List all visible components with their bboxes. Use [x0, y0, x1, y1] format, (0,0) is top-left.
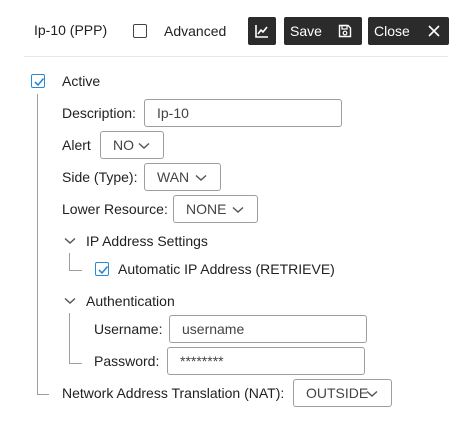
- nat-label: Network Address Translation (NAT):: [62, 385, 285, 401]
- advanced-checkbox[interactable]: [133, 24, 147, 38]
- chevron-down-icon: [232, 206, 244, 213]
- close-icon: [428, 25, 440, 37]
- password-input[interactable]: ********: [167, 347, 365, 375]
- side-select-value: WAN: [157, 169, 190, 185]
- description-label: Description:: [62, 105, 136, 121]
- tree-connector-auth: [69, 313, 82, 364]
- ip-settings-section-header[interactable]: IP Address Settings: [86, 233, 208, 249]
- header-divider: [24, 56, 448, 57]
- tree-connector-ip: [69, 253, 82, 271]
- lower-resource-select-value: NONE: [186, 201, 227, 217]
- chevron-down-icon[interactable]: [64, 237, 76, 245]
- chart-button[interactable]: [248, 17, 276, 45]
- side-select[interactable]: WAN: [144, 163, 221, 191]
- chart-icon: [255, 25, 268, 38]
- tree-connector-main: [37, 94, 49, 395]
- close-button-label: Close: [374, 23, 410, 39]
- chevron-down-icon: [195, 174, 207, 181]
- alert-label: Alert: [62, 137, 91, 153]
- alert-select-value: NO: [113, 137, 134, 153]
- active-label: Active: [62, 73, 101, 89]
- active-checkbox[interactable]: [31, 74, 45, 88]
- save-button[interactable]: Save: [284, 17, 362, 45]
- page-title: Ip-10 (PPP): [34, 22, 108, 38]
- username-input[interactable]: username: [169, 315, 367, 343]
- authentication-section-header[interactable]: Authentication: [86, 293, 175, 309]
- description-input[interactable]: Ip-10: [144, 99, 342, 127]
- password-label: Password:: [94, 353, 160, 369]
- lower-resource-select[interactable]: NONE: [173, 195, 258, 223]
- nat-select-value: OUTSIDE: [306, 385, 369, 401]
- side-label: Side (Type):: [62, 169, 138, 185]
- nat-select[interactable]: OUTSIDE: [293, 379, 392, 407]
- chevron-down-icon[interactable]: [64, 297, 76, 305]
- username-label: Username:: [94, 321, 163, 337]
- alert-select[interactable]: NO: [100, 131, 164, 159]
- save-button-label: Save: [290, 23, 322, 39]
- checkmark-icon: [98, 265, 109, 275]
- auto-ip-label: Automatic IP Address (RETRIEVE): [118, 261, 335, 277]
- chevron-down-icon: [366, 390, 378, 397]
- auto-ip-checkbox[interactable]: [95, 262, 109, 276]
- close-button[interactable]: Close: [368, 17, 449, 45]
- lower-resource-label: Lower Resource:: [62, 201, 168, 217]
- chevron-down-icon: [138, 142, 150, 149]
- checkmark-icon: [34, 77, 45, 87]
- floppy-disk-icon: [338, 24, 352, 38]
- advanced-label: Advanced: [164, 23, 227, 39]
